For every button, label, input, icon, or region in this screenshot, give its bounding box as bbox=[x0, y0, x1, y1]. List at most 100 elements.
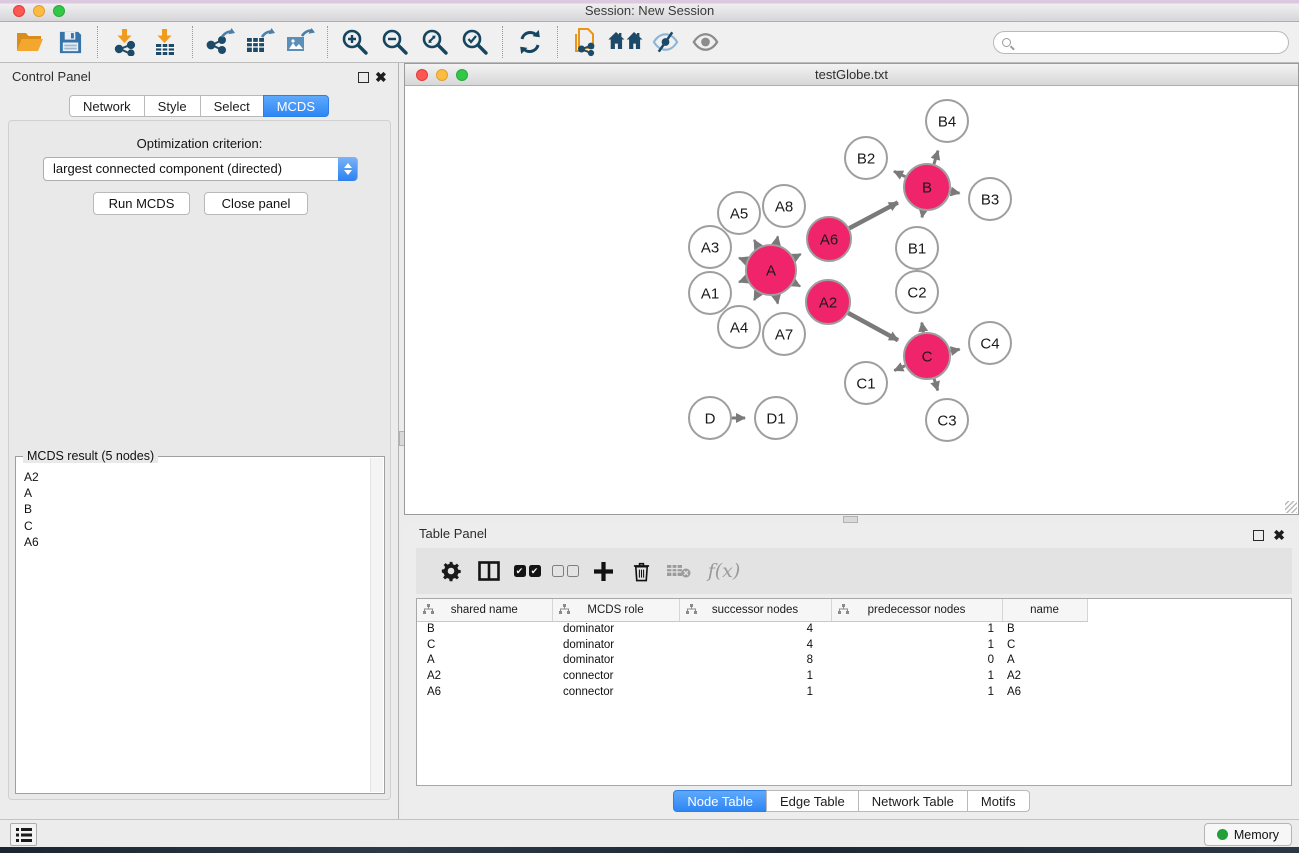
apply-function-button[interactable]: f(x) bbox=[698, 552, 750, 590]
table-row[interactable]: A6connector11A6 bbox=[417, 684, 1291, 700]
network-close-button[interactable] bbox=[416, 69, 428, 81]
mcds-result-item[interactable]: B bbox=[24, 501, 369, 517]
tab-style[interactable]: Style bbox=[144, 95, 201, 117]
edge-A-A7[interactable] bbox=[776, 295, 778, 303]
duplicate-network-button[interactable] bbox=[565, 24, 605, 60]
edge-B-B3[interactable] bbox=[951, 191, 960, 193]
export-network-button[interactable] bbox=[200, 24, 240, 60]
network-zoom-button[interactable] bbox=[456, 69, 468, 81]
zoom-fit-button[interactable] bbox=[415, 24, 455, 60]
cell[interactable]: 4 bbox=[679, 637, 831, 653]
cell[interactable]: 1 bbox=[831, 621, 1002, 637]
table-row[interactable]: Bdominator41B bbox=[417, 621, 1291, 637]
column-header-shared-name[interactable]: shared name bbox=[417, 599, 552, 621]
cell[interactable]: 1 bbox=[831, 637, 1002, 653]
tab-network-table[interactable]: Network Table bbox=[858, 790, 968, 812]
mcds-result-item[interactable]: A2 bbox=[24, 469, 369, 485]
tab-mcds[interactable]: MCDS bbox=[263, 95, 329, 117]
mcds-result-list[interactable]: A2ABCA6 bbox=[16, 463, 369, 793]
result-scrollbar[interactable] bbox=[370, 458, 383, 792]
cell[interactable]: 4 bbox=[679, 621, 831, 637]
search-input[interactable] bbox=[1017, 34, 1288, 52]
search-box[interactable] bbox=[993, 31, 1289, 54]
cell[interactable]: A6 bbox=[417, 684, 552, 700]
table-row[interactable]: Cdominator41C bbox=[417, 637, 1291, 653]
import-table-button[interactable] bbox=[145, 24, 185, 60]
table-row[interactable]: A2connector11A2 bbox=[417, 668, 1291, 684]
run-mcds-button[interactable]: Run MCDS bbox=[93, 192, 190, 215]
network-minimize-button[interactable] bbox=[436, 69, 448, 81]
close-panel-button[interactable]: Close panel bbox=[204, 192, 308, 215]
cell[interactable]: dominator bbox=[552, 621, 679, 637]
column-header-name[interactable]: name bbox=[1002, 599, 1087, 621]
close-panel-icon[interactable]: ✖ bbox=[375, 70, 387, 84]
zoom-in-button[interactable] bbox=[335, 24, 375, 60]
cell[interactable]: A6 bbox=[1002, 684, 1087, 700]
home-button[interactable] bbox=[605, 24, 645, 60]
edge-A-A2[interactable] bbox=[794, 283, 800, 287]
edge-A-A8[interactable] bbox=[776, 236, 778, 244]
cell[interactable]: connector bbox=[552, 684, 679, 700]
edge-B-B4[interactable] bbox=[934, 151, 938, 164]
task-history-button[interactable] bbox=[10, 823, 37, 846]
edge-A-A1[interactable] bbox=[739, 279, 747, 282]
zoom-out-button[interactable] bbox=[375, 24, 415, 60]
cell[interactable]: A2 bbox=[1002, 668, 1087, 684]
tab-motifs[interactable]: Motifs bbox=[967, 790, 1030, 812]
edge-A-A4[interactable] bbox=[754, 293, 758, 300]
edge-B-B1[interactable] bbox=[922, 211, 923, 218]
float-table-panel-icon[interactable] bbox=[1253, 530, 1264, 541]
minimize-window-button[interactable] bbox=[33, 5, 45, 17]
table-settings-button[interactable] bbox=[432, 552, 470, 590]
cell[interactable]: A bbox=[1002, 652, 1087, 668]
save-session-button[interactable] bbox=[50, 24, 90, 60]
edge-C-C1[interactable] bbox=[894, 366, 905, 371]
zoom-window-button[interactable] bbox=[53, 5, 65, 17]
cell[interactable]: A2 bbox=[417, 668, 552, 684]
edge-A-A3[interactable] bbox=[739, 258, 747, 261]
edge-A-A5[interactable] bbox=[754, 240, 758, 247]
mcds-result-item[interactable]: C bbox=[24, 518, 369, 534]
deselect-all-button[interactable] bbox=[546, 552, 584, 590]
edge-A-A6[interactable] bbox=[794, 254, 801, 258]
open-session-button[interactable] bbox=[10, 24, 50, 60]
delete-column-button[interactable] bbox=[622, 552, 660, 590]
cell[interactable]: dominator bbox=[552, 652, 679, 668]
column-header-MCDS-role[interactable]: MCDS role bbox=[552, 599, 679, 621]
close-window-button[interactable] bbox=[13, 5, 25, 17]
tab-network[interactable]: Network bbox=[69, 95, 145, 117]
cell[interactable]: 1 bbox=[679, 668, 831, 684]
cell[interactable]: B bbox=[1002, 621, 1087, 637]
table-row[interactable]: Adominator80A bbox=[417, 652, 1291, 668]
mcds-result-item[interactable]: A bbox=[24, 485, 369, 501]
cell[interactable]: 0 bbox=[831, 652, 1002, 668]
edge-C-C2[interactable] bbox=[922, 323, 924, 333]
horizontal-splitter-handle[interactable] bbox=[843, 516, 858, 523]
close-table-panel-icon[interactable]: ✖ bbox=[1273, 528, 1285, 542]
tab-edge-table[interactable]: Edge Table bbox=[766, 790, 859, 812]
optimization-criterion-select[interactable]: largest connected component (directed) bbox=[43, 157, 358, 181]
cell[interactable]: C bbox=[1002, 637, 1087, 653]
tab-select[interactable]: Select bbox=[200, 95, 264, 117]
import-network-button[interactable] bbox=[105, 24, 145, 60]
cell[interactable]: B bbox=[417, 621, 552, 637]
cell[interactable]: A bbox=[417, 652, 552, 668]
mcds-result-item[interactable]: A6 bbox=[24, 534, 369, 550]
resize-grip-icon[interactable] bbox=[1285, 501, 1297, 513]
tab-node-table[interactable]: Node Table bbox=[673, 790, 767, 812]
cell[interactable]: 1 bbox=[679, 684, 831, 700]
add-column-button[interactable] bbox=[584, 552, 622, 590]
delete-table-button[interactable] bbox=[660, 552, 698, 590]
cell[interactable]: 1 bbox=[831, 684, 1002, 700]
show-network-button[interactable] bbox=[685, 24, 725, 60]
cell[interactable]: 1 bbox=[831, 668, 1002, 684]
hide-network-button[interactable] bbox=[645, 24, 685, 60]
edge-C-C4[interactable] bbox=[951, 349, 960, 351]
export-table-button[interactable] bbox=[240, 24, 280, 60]
edge-C-C3[interactable] bbox=[934, 379, 938, 391]
edge-A6-B[interactable] bbox=[849, 202, 898, 228]
column-header-predecessor-nodes[interactable]: predecessor nodes bbox=[831, 599, 1002, 621]
zoom-selected-button[interactable] bbox=[455, 24, 495, 60]
memory-button[interactable]: Memory bbox=[1204, 823, 1292, 846]
cell[interactable]: 8 bbox=[679, 652, 831, 668]
